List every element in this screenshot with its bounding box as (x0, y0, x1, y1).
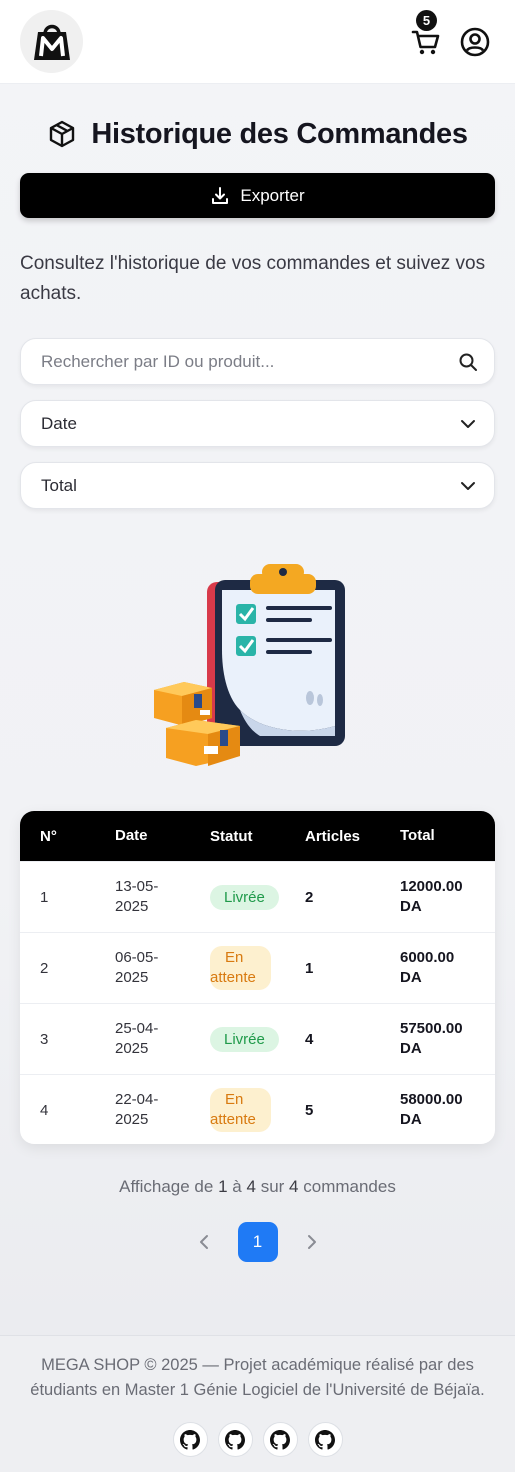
order-status: Livrée (210, 1026, 305, 1052)
footer-social-links (0, 1422, 515, 1457)
order-items: 4 (305, 1030, 314, 1048)
total-filter-label: Total (41, 475, 77, 495)
table-header: N° Date Statut Articles Total (20, 811, 495, 861)
page-description: Consultez l'historique de vos commandes … (20, 253, 486, 304)
status-badge: En attente (210, 1088, 271, 1132)
order-date: 22-04- 2025 (115, 1091, 159, 1128)
summary-from: 1 (218, 1177, 228, 1196)
status-badge: Livrée (210, 1026, 279, 1052)
order-status: Livrée (210, 884, 305, 910)
search-icon[interactable] (458, 352, 478, 372)
summary-count: 4 (289, 1177, 299, 1196)
chevron-down-icon (461, 420, 475, 428)
page-title: Historique des Commandes (91, 117, 468, 150)
order-number: 3 (40, 1030, 49, 1048)
col-header-date: Date (115, 827, 148, 844)
github-icon (315, 1429, 335, 1450)
cart-button[interactable]: 5 (410, 10, 442, 58)
search-field (20, 338, 495, 385)
order-total: 6000.00 DA (400, 949, 455, 986)
github-link-2[interactable] (217, 1422, 253, 1457)
chevron-left-icon (199, 1235, 208, 1249)
order-status: En attente (210, 1088, 305, 1132)
previous-page-button[interactable] (190, 1228, 218, 1256)
status-badge: Livrée (210, 884, 279, 910)
user-circle-icon (460, 27, 490, 57)
order-total: 58000.00 DA (400, 1091, 463, 1128)
shopping-bag-logo-icon (33, 24, 70, 60)
col-header-status: Statut (210, 827, 253, 845)
pagination-summary: Affichage de 1 à 4 sur 4 commandes (119, 1177, 396, 1196)
order-date: 06-05- 2025 (115, 949, 159, 986)
package-icon (50, 120, 75, 148)
chevron-right-icon (307, 1235, 316, 1249)
cart-count-badge: 5 (416, 10, 437, 31)
chevron-down-icon (461, 482, 475, 490)
order-items: 1 (305, 959, 314, 977)
status-badge: En attente (210, 946, 271, 990)
order-status: En attente (210, 946, 305, 990)
top-navbar: 5 (0, 0, 515, 84)
summary-to: 4 (246, 1177, 256, 1196)
col-header-number: N° (40, 827, 57, 845)
search-input[interactable] (41, 351, 474, 372)
table-row[interactable]: 3 25-04- 2025 Livrée 4 57500.00 DA (20, 1003, 495, 1074)
pagination: 1 (0, 1222, 515, 1262)
github-icon (225, 1429, 245, 1450)
order-total: 57500.00 DA (400, 1020, 463, 1057)
account-button[interactable] (459, 26, 491, 58)
next-page-button[interactable] (298, 1228, 326, 1256)
download-icon (212, 186, 229, 204)
github-link-4[interactable] (307, 1422, 343, 1457)
export-label: Exporter (240, 185, 305, 205)
order-number: 2 (40, 959, 49, 977)
github-icon (180, 1429, 200, 1450)
footer: MEGA SHOP © 2025 — Projet académique réa… (0, 1335, 515, 1472)
col-header-total: Total (400, 827, 435, 844)
footer-text: MEGA SHOP © 2025 — Projet académique réa… (30, 1356, 485, 1399)
order-date: 13-05- 2025 (115, 878, 159, 915)
date-filter-label: Date (41, 413, 77, 433)
order-history-illustration (154, 564, 345, 766)
page-button-current[interactable]: 1 (237, 1222, 278, 1262)
col-header-items: Articles (305, 827, 361, 845)
table-row[interactable]: 4 22-04- 2025 En attente 5 58000.00 DA (20, 1074, 495, 1144)
github-link-3[interactable] (262, 1422, 298, 1457)
page-header: Historique des Commandes (0, 112, 515, 156)
table-row[interactable]: 1 13-05- 2025 Livrée 2 12000.00 DA (20, 861, 495, 932)
order-number: 4 (40, 1101, 49, 1119)
export-button[interactable]: Exporter (20, 173, 495, 218)
table-row[interactable]: 2 06-05- 2025 En attente 1 6000.00 DA (20, 932, 495, 1003)
orders-table: N° Date Statut Articles Total 1 13-05- 20… (20, 811, 495, 1144)
order-date: 25-04- 2025 (115, 1020, 159, 1057)
order-total: 12000.00 DA (400, 878, 463, 915)
date-filter-select[interactable]: Date (20, 400, 495, 447)
github-icon (270, 1429, 290, 1450)
mega-shop-logo[interactable] (20, 10, 83, 73)
order-items: 5 (305, 1101, 314, 1119)
total-filter-select[interactable]: Total (20, 462, 495, 509)
order-items: 2 (305, 888, 314, 906)
order-number: 1 (40, 888, 49, 906)
github-link-1[interactable] (172, 1422, 208, 1457)
